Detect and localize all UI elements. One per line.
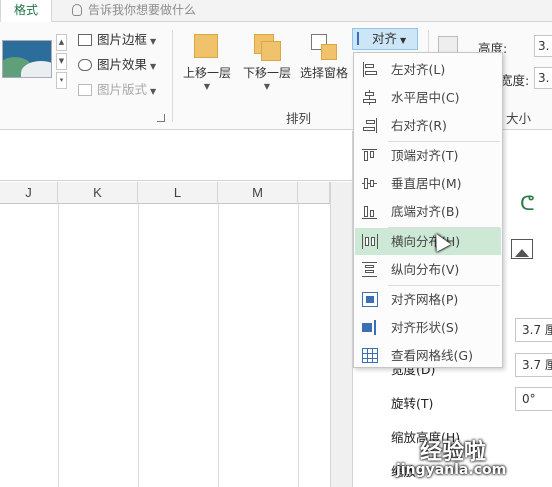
pane-tab-fragment: ᕦ <box>520 191 535 215</box>
menu-label: 左对齐(L) <box>391 62 446 77</box>
menu-item-snap-to-grid[interactable]: 对齐网格(P) <box>355 286 501 313</box>
menu-item-align-bottom[interactable]: 底端对齐(B) <box>355 198 501 225</box>
chevron-down-icon: ▼ <box>203 82 211 91</box>
menu-item-distribute-horizontal[interactable]: 横向分布(H) <box>355 228 501 255</box>
menu-item-align-top[interactable]: 顶端对齐(T) <box>355 142 501 169</box>
menu-label: 水平居中(C) <box>391 90 460 105</box>
menu-label: 垂直居中(M) <box>391 176 462 191</box>
picture-border-button[interactable]: 图片边框 ▼ <box>78 30 156 50</box>
align-center-icon <box>362 90 378 105</box>
align-dropdown-menu: 左对齐(L) 水平居中(C) 右对齐(R) 顶端对齐(T) 垂直居中(M) 底端… <box>353 52 503 368</box>
chevron-down-icon: ▼ <box>263 82 271 91</box>
chevron-down-icon: ▼ <box>150 87 157 96</box>
bring-forward-button[interactable]: 上移一层 ▼ <box>178 32 236 91</box>
tell-me-search[interactable]: 告诉我你想要做什么 <box>72 0 196 22</box>
height-input[interactable]: 3. <box>534 35 552 57</box>
align-right-icon <box>362 118 378 133</box>
picture-layout-label: 图片版式 <box>97 82 148 97</box>
selection-pane-icon <box>309 32 339 62</box>
align-middle-icon <box>362 176 378 191</box>
align-button[interactable]: 对齐 ▼ <box>352 28 418 50</box>
picture-border-icon <box>78 34 92 46</box>
pane-width-input[interactable]: 3.7 厘 <box>515 353 552 377</box>
picture-style-thumbnail[interactable] <box>2 40 52 78</box>
pane-height-input[interactable]: 3.7 厘 <box>515 318 552 342</box>
column-header-k[interactable]: K <box>58 182 138 204</box>
align-top-icon <box>362 148 378 163</box>
menu-item-align-center[interactable]: 水平居中(C) <box>355 84 501 111</box>
gridline <box>58 204 59 487</box>
pane-rotation-label: 旋转(T) <box>391 396 434 411</box>
menu-item-align-left[interactable]: 左对齐(L) <box>355 56 501 83</box>
menu-label: 对齐形状(S) <box>391 320 459 335</box>
style-gallery-scroll[interactable]: ▲ ▼ ▾ <box>56 34 67 90</box>
menu-label: 右对齐(R) <box>391 118 447 133</box>
width-input[interactable]: 3. <box>534 67 552 89</box>
send-backward-button[interactable]: 下移一层 ▼ <box>238 32 296 91</box>
watermark-url: jingyanla.com <box>396 462 507 478</box>
selection-pane-button[interactable]: 选择窗格 <box>296 32 352 81</box>
size-group-label: 大小 <box>506 111 532 126</box>
picture-layout-icon <box>78 84 92 96</box>
dialog-launcher-icon[interactable] <box>157 114 165 122</box>
picture-border-label: 图片边框 <box>97 32 148 47</box>
distribute-horizontal-icon <box>362 234 378 249</box>
chevron-down-icon: ▼ <box>150 37 157 46</box>
selection-pane-label: 选择窗格 <box>299 66 348 80</box>
view-gridlines-icon <box>362 348 378 363</box>
chevron-down-icon: ▼ <box>400 36 407 45</box>
snap-to-grid-icon <box>362 292 378 307</box>
gridline <box>298 204 299 487</box>
gridline <box>138 204 139 487</box>
picture-effects-icon <box>78 59 92 71</box>
tell-me-placeholder: 告诉我你想要做什么 <box>88 3 197 17</box>
arrange-group-label: 排列 <box>286 111 312 126</box>
menu-label: 对齐网格(P) <box>391 292 459 307</box>
picture-effects-button[interactable]: 图片效果 ▼ <box>78 55 156 75</box>
column-header-l[interactable]: L <box>138 182 218 204</box>
menu-item-distribute-vertical[interactable]: 纵向分布(V) <box>355 256 501 283</box>
picture-effects-label: 图片效果 <box>97 57 148 72</box>
chevron-up-icon[interactable]: ▲ <box>56 34 67 51</box>
pane-scrollbar[interactable] <box>330 182 352 487</box>
ribbon-tab-strip: 格式 告诉我你想要做什么 <box>0 0 552 23</box>
chevron-down-icon: ▼ <box>150 62 157 71</box>
menu-label: 顶端对齐(T) <box>391 148 459 163</box>
pane-rotation-input[interactable]: 0° <box>515 387 552 411</box>
align-button-label: 对齐 <box>372 31 398 46</box>
distribute-vertical-icon <box>362 262 378 277</box>
menu-label: 查看网格线(G) <box>391 348 473 363</box>
bring-forward-label: 上移一层 <box>182 66 231 80</box>
gridline <box>218 204 219 487</box>
chevron-down-icon[interactable]: ▼ <box>56 53 67 70</box>
lightbulb-icon <box>72 4 82 16</box>
width-label: 宽度: <box>500 73 530 88</box>
bring-forward-icon <box>192 32 222 62</box>
gallery-more-icon[interactable]: ▾ <box>56 72 67 89</box>
send-backward-icon <box>252 32 282 62</box>
menu-label: 底端对齐(B) <box>391 204 460 219</box>
align-left-icon <box>362 62 378 77</box>
align-icon <box>357 32 368 45</box>
send-backward-label: 下移一层 <box>242 66 291 80</box>
menu-label: 纵向分布(V) <box>391 262 460 277</box>
column-header-j[interactable]: J <box>0 182 58 204</box>
menu-item-snap-to-shape[interactable]: 对齐形状(S) <box>355 314 501 341</box>
tab-format[interactable]: 格式 <box>0 0 52 23</box>
menu-item-align-middle[interactable]: 垂直居中(M) <box>355 170 501 197</box>
menu-item-view-gridlines[interactable]: 查看网格线(G) <box>355 342 501 369</box>
picture-layout-button[interactable]: 图片版式 ▼ <box>78 80 156 100</box>
group-divider <box>172 30 173 122</box>
align-bottom-icon <box>362 204 378 219</box>
snap-to-shape-icon <box>362 320 378 335</box>
column-header-m[interactable]: M <box>218 182 298 204</box>
menu-item-align-right[interactable]: 右对齐(R) <box>355 112 501 139</box>
picture-icon[interactable] <box>511 239 533 259</box>
column-header-partial[interactable] <box>298 182 330 204</box>
